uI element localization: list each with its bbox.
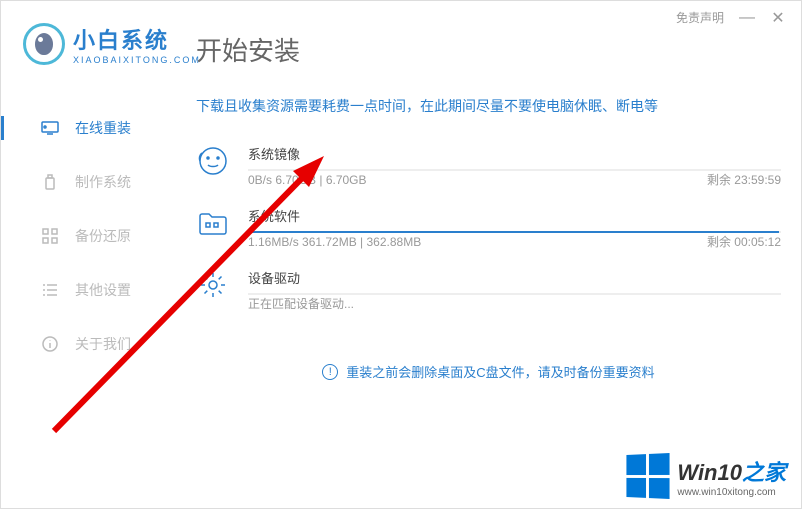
sidebar-item-label: 制作系统: [75, 172, 131, 192]
download-title: 系统软件: [248, 206, 781, 225]
minimize-button[interactable]: —: [739, 10, 755, 26]
logo: 小白系统 XIAOBAIXITONG.COM: [23, 23, 201, 65]
progress-bar: [248, 293, 781, 295]
sidebar-item-about[interactable]: 关于我们: [1, 317, 171, 371]
download-item-software: 系统软件 1.16MB/s 361.72MB | 362.88MB 剩余 00:…: [196, 206, 781, 250]
download-stats: 正在匹配设备驱动...: [248, 295, 354, 312]
monitor-icon: [41, 120, 59, 136]
page-title: 开始安装: [196, 31, 781, 68]
download-item-image: 系统镜像 0B/s 6.70GB | 6.70GB 剩余 23:59:59: [196, 144, 781, 188]
sidebar-item-label: 关于我们: [75, 334, 131, 354]
watermark-url: www.win10xitong.com: [677, 487, 786, 498]
grid-icon: [41, 228, 59, 244]
sidebar-item-make-system[interactable]: 制作系统: [1, 155, 171, 209]
watermark-title: Win10之家: [677, 455, 786, 487]
download-stats: 0B/s 6.70GB | 6.70GB: [248, 173, 367, 187]
download-remaining: 剩余 23:59:59: [707, 171, 781, 188]
watermark: Win10之家 www.win10xitong.com: [625, 454, 786, 498]
progress-bar: [248, 169, 781, 171]
gear-icon: [196, 268, 230, 302]
sidebar-item-other-settings[interactable]: 其他设置: [1, 263, 171, 317]
warning-text: 重装之前会删除桌面及C盘文件，请及时备份重要资料: [346, 362, 654, 381]
download-title: 设备驱动: [248, 268, 781, 287]
face-icon: [196, 144, 230, 178]
sidebar-item-label: 备份还原: [75, 226, 131, 246]
disclaimer-link[interactable]: 免责声明: [676, 9, 724, 26]
download-remaining: 剩余 00:05:12: [707, 233, 781, 250]
list-icon: [41, 282, 59, 298]
info-icon: [41, 336, 59, 352]
page-hint: 下载且收集资源需要耗费一点时间，在此期间尽量不要使电脑休眠、断电等: [196, 96, 781, 116]
sidebar-item-label: 其他设置: [75, 280, 131, 300]
logo-subtitle: XIAOBAIXITONG.COM: [73, 55, 201, 65]
download-title: 系统镜像: [248, 144, 781, 163]
sidebar: 在线重装 制作系统 备份还原 其他设置 关于我们: [1, 101, 171, 371]
sidebar-item-backup-restore[interactable]: 备份还原: [1, 209, 171, 263]
download-item-drivers: 设备驱动 正在匹配设备驱动...: [196, 268, 781, 312]
progress-bar: [248, 231, 781, 233]
sidebar-item-online-reinstall[interactable]: 在线重装: [1, 101, 171, 155]
folder-icon: [196, 206, 230, 240]
sidebar-item-label: 在线重装: [75, 118, 131, 138]
alert-icon: !: [322, 364, 338, 380]
windows-logo-icon: [627, 453, 670, 499]
logo-icon: [23, 23, 65, 65]
logo-title: 小白系统: [73, 23, 201, 55]
download-stats: 1.16MB/s 361.72MB | 362.88MB: [248, 235, 421, 249]
close-button[interactable]: ✕: [770, 10, 786, 26]
usb-icon: [41, 174, 59, 190]
warning-message: ! 重装之前会删除桌面及C盘文件，请及时备份重要资料: [196, 362, 781, 381]
